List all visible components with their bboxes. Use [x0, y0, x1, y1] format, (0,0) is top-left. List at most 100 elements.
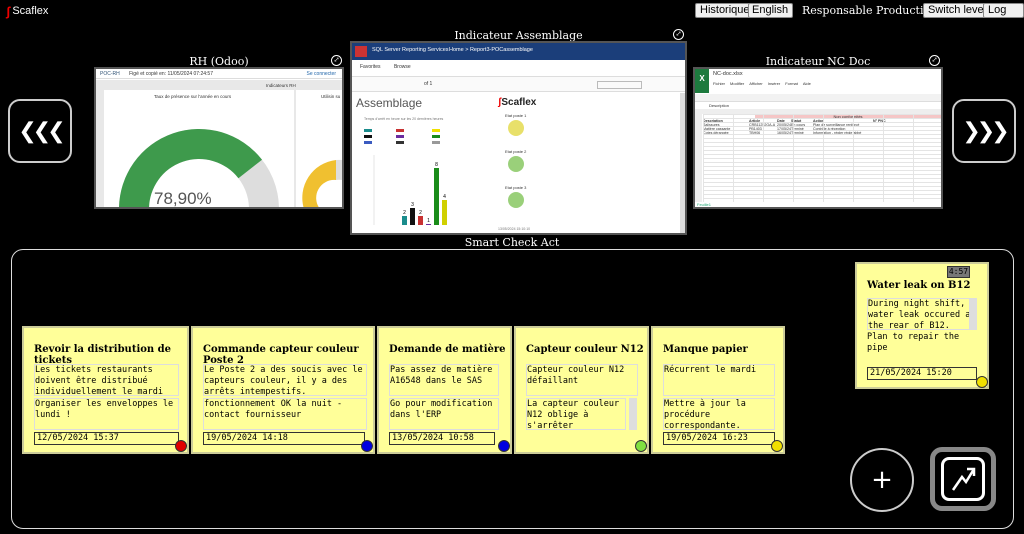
ssrs-toolbar: of 1 [352, 76, 685, 92]
chart-bar-label: 1 [427, 218, 430, 224]
note-text-observation[interactable]: During night shift, water leak occured a… [867, 298, 977, 331]
report-title: Assemblage [356, 96, 423, 110]
tab-browse[interactable]: Browse [394, 64, 411, 70]
add-note-button[interactable]: + [850, 448, 914, 512]
language-selected: English [752, 4, 789, 16]
chevron-down-icon: ▾ [752, 19, 757, 28]
table-cell[interactable]: Terminé [791, 131, 813, 135]
note-text-observation[interactable]: Récurrent le mardi [663, 364, 775, 396]
sca-note[interactable]: Manque papier Récurrent le mardi Mettre … [651, 326, 785, 454]
note-status-dot[interactable] [175, 440, 187, 452]
history-button[interactable]: Historique [695, 3, 755, 18]
rh-gauge-value: 78,90% [154, 189, 212, 208]
report-footer-date: 13/05/2024 15:10:10 [498, 227, 531, 231]
note-text-action[interactable]: Mettre à jour la procédure correspondant… [663, 398, 775, 431]
sca-note[interactable]: 4:57 Water leak on B12 During night shif… [855, 262, 989, 389]
excel-menu-item[interactable]: Modifier [730, 81, 744, 86]
note-text-action[interactable]: fonctionnement OK la nuit - contact four… [203, 398, 367, 430]
expand-icon[interactable]: ⤢ [929, 55, 940, 66]
note-title: Capteur couleur N12 [526, 344, 644, 355]
panel-rh[interactable]: POC-RH Figé et copié en: 11/05/2024 07:2… [94, 67, 344, 209]
station-state-indicator [508, 120, 524, 136]
excel-menu-item[interactable]: Fichier [713, 81, 725, 86]
panel-assemblage[interactable]: SQL Server Reporting Services Home > Rep… [350, 41, 687, 235]
sca-note[interactable]: Demande de matière Pas assez de matière … [377, 326, 512, 454]
assemblage-chart: 232184 [364, 129, 447, 225]
chart-bar [426, 224, 431, 225]
note-title: Manque papier [663, 344, 748, 355]
sca-note[interactable]: Capteur couleur N12 Capteur couleur N12 … [514, 326, 649, 454]
station-state-indicator [508, 156, 524, 172]
chart-bar-label: 4 [443, 194, 446, 200]
excel-menu-item[interactable]: Insérer [768, 81, 780, 86]
excel-sheet-tab[interactable]: Feuille1 [697, 202, 711, 207]
excel-menu-item[interactable]: Aide [803, 81, 811, 86]
sca-note[interactable]: Revoir la distribution de tickets Les ti… [22, 326, 189, 454]
table-cell[interactable]: Cotes dérangée [703, 131, 749, 135]
note-title: Commande capteur couleur Poste 2 [203, 344, 359, 366]
logo-mark-icon: ʃ [6, 3, 11, 19]
switch-level-button[interactable]: Switch level [923, 3, 992, 18]
sca-note[interactable]: Commande capteur couleur Poste 2 Le Post… [191, 326, 375, 454]
note-status-dot[interactable] [771, 440, 783, 452]
logo-text: Scaflex [12, 5, 49, 17]
table-cell[interactable]: Information - régler règle abbé [813, 131, 873, 135]
rh-header-mid: Figé et copié en: 11/05/2024 07:24:57 [129, 71, 213, 77]
note-status-dot[interactable] [361, 440, 373, 452]
app-logo: ʃ Scaflex [6, 3, 54, 19]
smart-check-act-title: Smart Check Act [464, 236, 560, 249]
note-text-action[interactable]: Plan to repair the pipe [867, 332, 977, 364]
logout-button[interactable]: Log out [983, 3, 1024, 29]
station-state-indicator [508, 192, 524, 208]
note-title: Demande de matière [389, 344, 506, 355]
page-of-label: of 1 [424, 81, 433, 87]
note-status-dot[interactable] [498, 440, 510, 452]
carousel-next-button[interactable]: ❯❯❯ [952, 99, 1016, 163]
language-select[interactable]: English ▾ [748, 3, 793, 28]
station-states: Etat poste 1 Etat poste 2 Etat poste 3 [502, 113, 542, 223]
report-scrollbar[interactable] [680, 93, 685, 233]
chart-bar [418, 216, 423, 225]
tab-favorites[interactable]: Favorites [360, 64, 381, 70]
note-date[interactable]: 19/05/2024 14:18 [203, 432, 365, 445]
note-status-dot[interactable] [976, 376, 988, 388]
table-cell[interactable]: N° PNC [873, 119, 893, 123]
rh-header: POC-RH Figé et copié en: 11/05/2024 07:2… [96, 69, 342, 79]
note-date[interactable]: 21/05/2024 15:20 [867, 367, 977, 380]
station-state-label: Etat poste 1 [505, 113, 527, 118]
note-date[interactable]: 19/05/2024 16:23 [663, 432, 775, 445]
note-date[interactable]: 12/05/2024 15:37 [34, 432, 179, 445]
note-text-observation[interactable]: Pas assez de matière A16548 dans le SAS [389, 364, 499, 396]
table-cell[interactable]: TBH06 [749, 131, 777, 135]
note-status-dot[interactable] [635, 440, 647, 452]
chart-bar [442, 200, 447, 225]
expand-icon[interactable]: ⤢ [331, 55, 342, 66]
report-subtitle: Temps d'arrêt en heure sur les 20 derniè… [364, 117, 444, 121]
note-date[interactable]: 13/05/2024 10:58 [389, 432, 495, 445]
rh-dashboard: Indicateurs RH Taux de présence sur l'an… [96, 80, 342, 208]
rh-header-right[interactable]: Se connecter [307, 69, 336, 79]
note-scrollbar[interactable] [969, 298, 977, 330]
note-text-action[interactable]: Go pour modification dans l'ERP [389, 398, 499, 430]
excel-cell-ref: Description [709, 103, 730, 108]
note-text-observation[interactable]: Les tickets restaurants doivent être dis… [34, 364, 179, 397]
carousel-prev-button[interactable]: ❮❮❮ [8, 99, 72, 163]
ssrs-breadcrumb[interactable]: Home > Report3-POCassemblage [449, 47, 533, 53]
ssrs-find-input[interactable] [597, 81, 642, 89]
panel-nc-doc[interactable]: X NC-doc.xlsx Fichier Modifier Afficher Ins… [693, 67, 943, 209]
excel-menu-item[interactable]: Afficher [749, 81, 763, 86]
note-scrollbar[interactable] [629, 398, 637, 430]
chart-bar-label: 2 [419, 210, 422, 216]
chart-bar-label: 2 [403, 210, 406, 216]
note-text-action[interactable]: La capteur couleur N12 oblige à s'arrête… [526, 398, 626, 431]
note-text-observation[interactable]: Capteur couleur N12 défaillant [526, 364, 638, 396]
expand-icon[interactable]: ⤢ [673, 29, 684, 40]
excel-menu-item[interactable]: Format [785, 81, 798, 86]
rh-chart-title-2: Utilisin su [321, 94, 341, 99]
note-text-action[interactable]: Organiser les enveloppes le lundi ! [34, 398, 179, 430]
report-brand: ʃScaflex [498, 97, 536, 108]
fullscreen-button[interactable] [930, 447, 996, 511]
note-text-observation[interactable]: Le Poste 2 a des soucis avec le capteurs… [203, 364, 367, 397]
chart-bar-label: 3 [411, 202, 414, 208]
table-cell[interactable]: 16/05/24 [777, 131, 791, 135]
